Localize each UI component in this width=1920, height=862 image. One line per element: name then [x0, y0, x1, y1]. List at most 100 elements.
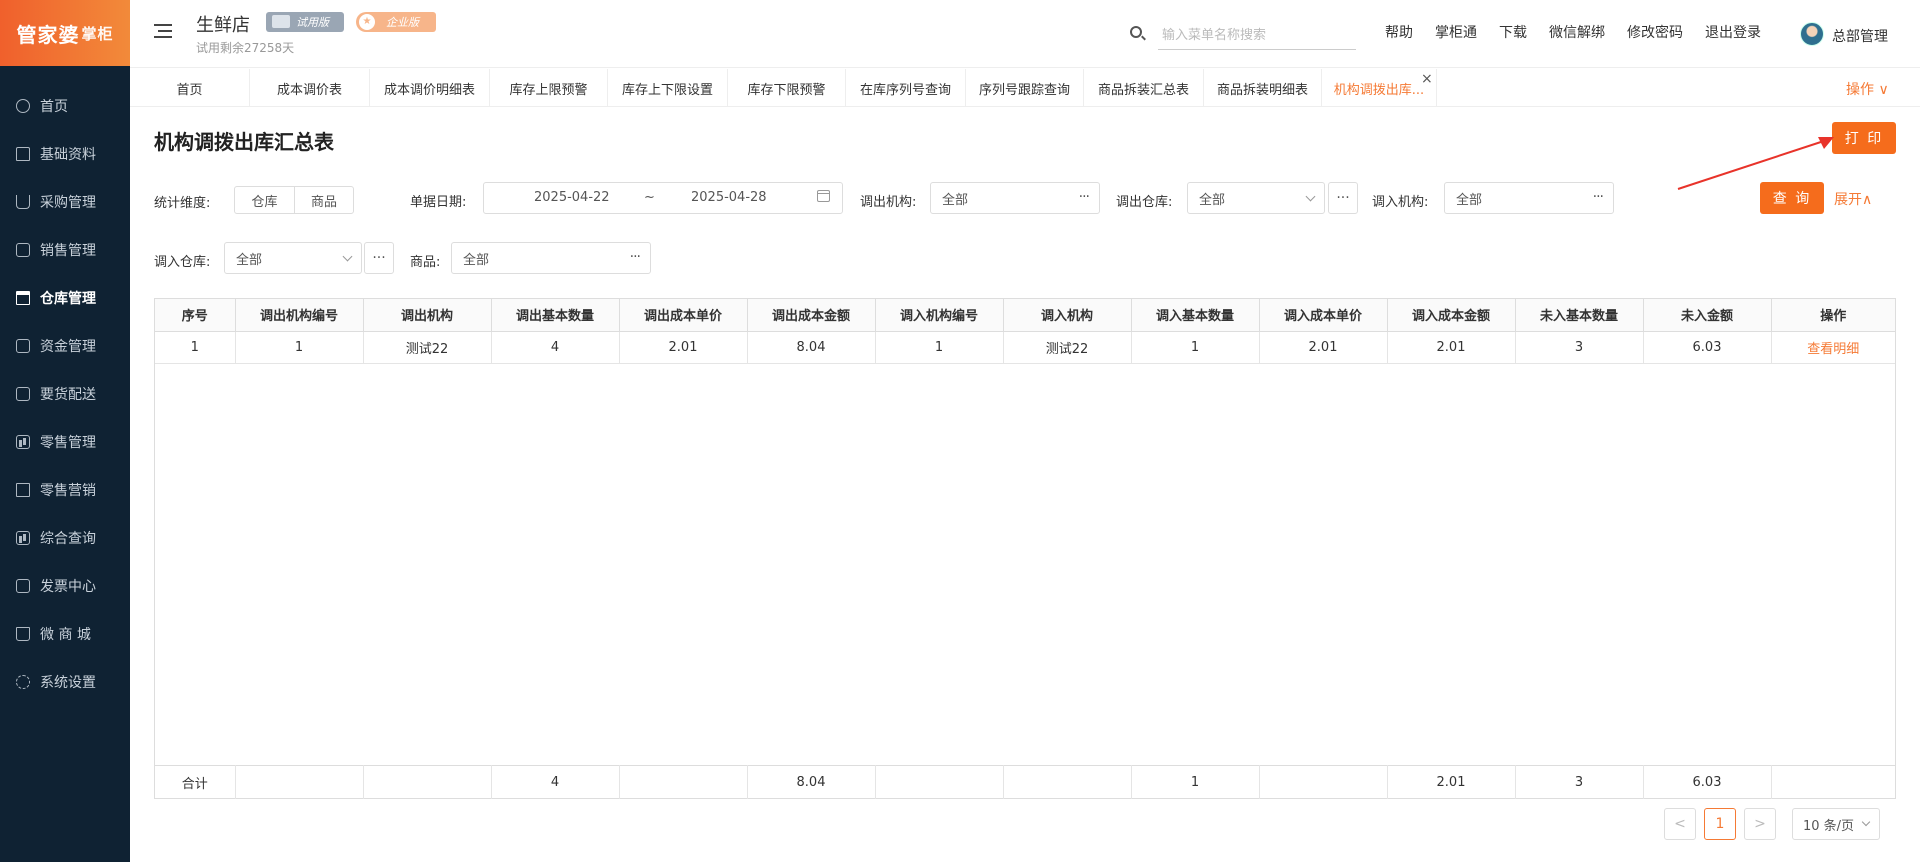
- house-icon: [16, 147, 30, 161]
- in-wh-more-button[interactable]: ···: [364, 242, 394, 274]
- tab-stock-lower-alert[interactable]: 库存下限预警: [728, 69, 846, 107]
- in-wh-label: 调入仓库:: [154, 255, 211, 270]
- product-field[interactable]: 全部 ···: [451, 242, 651, 274]
- delivery-icon: [16, 387, 30, 401]
- sidebar-item-home[interactable]: 首页: [0, 82, 130, 130]
- col-header: 调入机构编号: [875, 299, 1004, 332]
- app-logo: 管家婆 掌柜: [0, 0, 130, 66]
- total-cell: 1: [1131, 765, 1260, 799]
- col-header: 未入基本数量: [1515, 299, 1644, 332]
- chevron-down-icon: [342, 251, 353, 262]
- cell: 2.01: [1387, 331, 1516, 364]
- tab-operations-menu[interactable]: 操作 ∨: [1846, 79, 1889, 99]
- print-button[interactable]: 打 印: [1832, 122, 1896, 154]
- date-separator: ~: [644, 190, 655, 205]
- calendar-icon[interactable]: [817, 190, 830, 202]
- sidebar-item-retail[interactable]: 零售管理: [0, 418, 130, 466]
- bar-chart-icon: [16, 435, 30, 449]
- sidebar-item-finance[interactable]: 资金管理: [0, 322, 130, 370]
- date-range-picker[interactable]: 2025-04-22 ~ 2025-04-28: [483, 182, 843, 214]
- view-detail-link[interactable]: 查看明细: [1807, 342, 1859, 357]
- sidebar-item-basic-data[interactable]: 基础资料: [0, 130, 130, 178]
- col-header: 调入成本单价: [1259, 299, 1388, 332]
- logo-main: 管家婆: [16, 22, 80, 47]
- tab-stock-upper-alert[interactable]: 库存上限预警: [490, 69, 608, 107]
- dimension-warehouse[interactable]: 仓库: [235, 187, 294, 213]
- help-link[interactable]: 帮助: [1385, 22, 1413, 42]
- menu-search-input[interactable]: [1158, 22, 1356, 50]
- total-cell: 合计: [155, 765, 236, 799]
- avatar[interactable]: [1800, 22, 1824, 46]
- tab-serial-query[interactable]: 在库序列号查询: [846, 69, 966, 107]
- in-org-field[interactable]: 全部 ···: [1444, 182, 1614, 214]
- bank-icon: [16, 291, 30, 305]
- sidebar-item-marketing[interactable]: 零售营销: [0, 466, 130, 514]
- expand-toggle[interactable]: 展开∧: [1834, 189, 1872, 209]
- sidebar-item-mall[interactable]: 微 商 城: [0, 610, 130, 658]
- next-page-button[interactable]: >: [1744, 808, 1776, 840]
- cell: 2.01: [619, 331, 748, 364]
- sidebar-item-query[interactable]: 综合查询: [0, 514, 130, 562]
- close-icon[interactable]: ×: [1421, 71, 1433, 87]
- zhanggui-link[interactable]: 掌柜通: [1435, 22, 1477, 42]
- cell: 查看明细: [1771, 331, 1895, 364]
- totals-row: 合计 4 8.04 1 2.01 3 6.03: [155, 765, 1895, 799]
- query-button[interactable]: 查 询: [1760, 182, 1824, 214]
- page-size-select[interactable]: 10 条/页: [1792, 808, 1880, 840]
- sidebar-item-sales[interactable]: 销售管理: [0, 226, 130, 274]
- logout-link[interactable]: 退出登录: [1705, 22, 1761, 42]
- total-cell: [363, 765, 492, 799]
- in-wh-select[interactable]: 全部: [224, 242, 362, 274]
- out-org-label: 调出机构:: [860, 195, 917, 210]
- out-org-field[interactable]: 全部 ···: [930, 182, 1100, 214]
- col-header: 未入金额: [1643, 299, 1772, 332]
- download-link[interactable]: 下载: [1499, 22, 1527, 42]
- cart-icon: [16, 195, 30, 209]
- col-header: 调出成本单价: [619, 299, 748, 332]
- wechat-unbind-link[interactable]: 微信解绑: [1549, 22, 1605, 42]
- gift-icon: [16, 483, 30, 497]
- col-header: 调出机构: [363, 299, 492, 332]
- sidebar-item-warehouse[interactable]: 仓库管理: [0, 274, 130, 322]
- more-icon[interactable]: ···: [630, 249, 641, 265]
- tab-home[interactable]: 首页: [130, 69, 250, 107]
- change-password-link[interactable]: 修改密码: [1627, 22, 1683, 42]
- date-end[interactable]: 2025-04-28: [691, 190, 767, 205]
- menu-toggle-icon[interactable]: [154, 24, 172, 38]
- data-table: 序号 调出机构编号 调出机构 调出基本数量 调出成本单价 调出成本金额 调入机构…: [155, 299, 1895, 364]
- in-org-label: 调入机构:: [1372, 195, 1429, 210]
- summary-table: 序号 调出机构编号 调出机构 调出基本数量 调出成本单价 调出成本金额 调入机构…: [154, 298, 1896, 799]
- cell: 4: [491, 331, 620, 364]
- cell: 8.04: [747, 331, 876, 364]
- sidebar-item-invoice[interactable]: 发票中心: [0, 562, 130, 610]
- tab-serial-track[interactable]: 序列号跟踪查询: [966, 69, 1084, 107]
- table-row[interactable]: 1 1 测试22 4 2.01 8.04 1 测试22 1 2.01 2.01 …: [155, 331, 1895, 364]
- tab-cost-adjust[interactable]: 成本调价表: [250, 69, 370, 107]
- sidebar-item-purchase[interactable]: 采购管理: [0, 178, 130, 226]
- prev-page-button[interactable]: <: [1664, 808, 1696, 840]
- tab-transfer-out-summary[interactable]: 机构调拨出库...: [1322, 69, 1437, 107]
- total-cell: [875, 765, 1004, 799]
- gear-icon: [16, 675, 30, 689]
- date-label: 单据日期:: [410, 195, 467, 210]
- sales-icon: [16, 243, 30, 257]
- tab-stock-limit-setting[interactable]: 库存上下限设置: [608, 69, 728, 107]
- col-header: 调入基本数量: [1131, 299, 1260, 332]
- dimension-product[interactable]: 商品: [294, 187, 353, 213]
- more-icon[interactable]: ···: [1079, 189, 1090, 205]
- out-wh-select[interactable]: 全部: [1187, 182, 1325, 214]
- tab-disassembly-summary[interactable]: 商品拆装汇总表: [1084, 69, 1204, 107]
- page-1-button[interactable]: 1: [1704, 808, 1736, 840]
- user-name[interactable]: 总部管理: [1832, 26, 1888, 46]
- tab-cost-adjust-detail[interactable]: 成本调价明细表: [370, 69, 490, 107]
- out-wh-more-button[interactable]: ···: [1328, 182, 1358, 214]
- tab-disassembly-detail[interactable]: 商品拆装明细表: [1204, 69, 1322, 107]
- cell: 测试22: [363, 331, 492, 364]
- cell: 2.01: [1259, 331, 1388, 364]
- page-title: 机构调拨出库汇总表: [154, 130, 334, 154]
- date-start[interactable]: 2025-04-22: [534, 190, 610, 205]
- product-label: 商品:: [410, 255, 441, 270]
- more-icon[interactable]: ···: [1593, 189, 1604, 205]
- sidebar-item-settings[interactable]: 系统设置: [0, 658, 130, 706]
- sidebar-item-delivery[interactable]: 要货配送: [0, 370, 130, 418]
